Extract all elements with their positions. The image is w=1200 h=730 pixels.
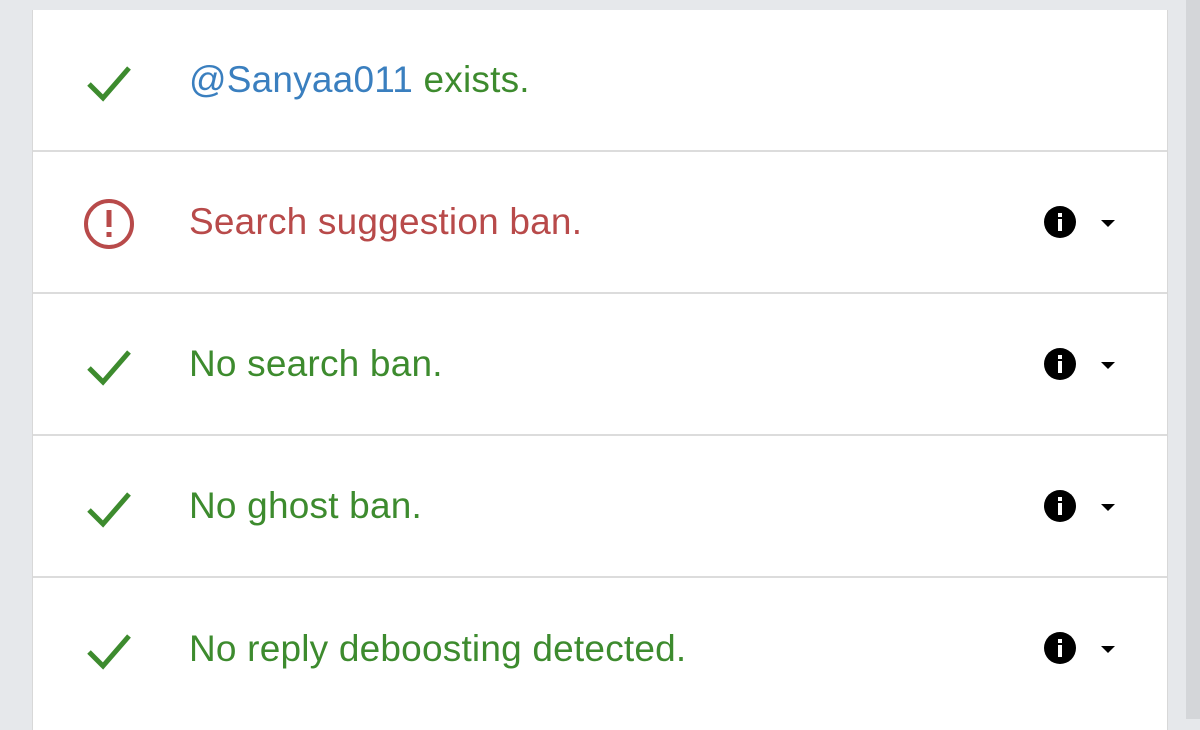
info-icon[interactable] xyxy=(1043,347,1077,381)
result-text: No ghost ban. xyxy=(189,485,422,526)
results-card: @Sanyaa011 exists. Search suggestion ban… xyxy=(32,10,1168,730)
result-text: No reply deboosting detected. xyxy=(189,628,687,669)
result-row-search-suggestion-ban: Search suggestion ban. xyxy=(33,152,1167,294)
alert-circle-icon xyxy=(84,199,134,249)
result-row-exists: @Sanyaa011 exists. xyxy=(33,10,1167,152)
chevron-down-icon[interactable] xyxy=(1097,212,1119,234)
exists-text: exists. xyxy=(413,59,530,100)
info-icon[interactable] xyxy=(1043,205,1077,239)
check-icon xyxy=(87,350,131,386)
chevron-down-icon[interactable] xyxy=(1097,354,1119,376)
account-handle-link[interactable]: @Sanyaa011 xyxy=(189,59,413,101)
result-row-ghost-ban: No ghost ban. xyxy=(33,436,1167,578)
info-icon[interactable] xyxy=(1043,489,1077,523)
chevron-down-icon[interactable] xyxy=(1097,496,1119,518)
check-icon xyxy=(87,492,131,528)
result-text: Search suggestion ban. xyxy=(189,201,583,242)
result-text: No search ban. xyxy=(189,343,443,384)
scrollbar-track[interactable] xyxy=(1186,0,1200,719)
result-row-search-ban: No search ban. xyxy=(33,294,1167,436)
chevron-down-icon[interactable] xyxy=(1097,638,1119,660)
check-icon xyxy=(87,634,131,670)
check-icon xyxy=(87,66,131,102)
result-text: @Sanyaa011 exists. xyxy=(189,10,530,150)
info-icon[interactable] xyxy=(1043,631,1077,665)
result-row-reply-deboosting: No reply deboosting detected. xyxy=(33,578,1167,720)
